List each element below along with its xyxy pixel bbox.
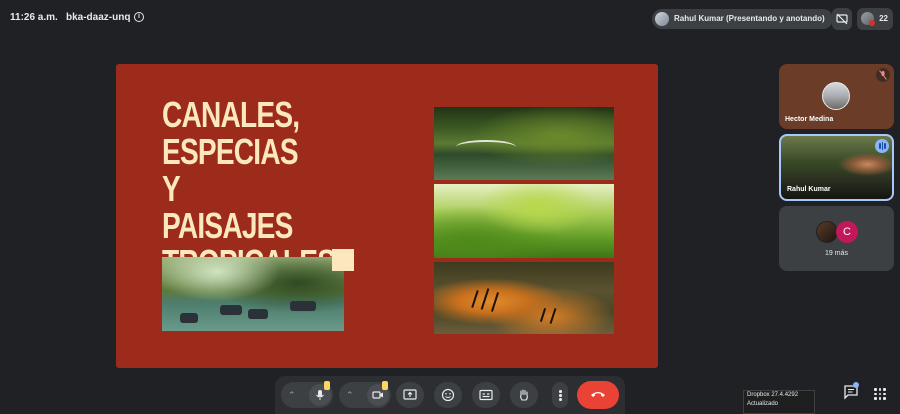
raise-hand-button[interactable] [510,382,538,408]
leave-call-button[interactable] [577,381,619,409]
mic-control-group: ⌃ [281,381,333,408]
tiger-stripe [480,288,490,310]
audio-bar [884,143,886,149]
activities-button[interactable] [874,388,886,400]
avatar [816,221,838,243]
apps-icon [874,397,877,400]
participant-tile-hector[interactable]: Hector Medina [779,64,894,129]
apps-icon [878,392,881,395]
meeting-code: bka-daaz-unq [66,12,131,23]
people-button[interactable]: 22 [857,8,893,30]
tea-leaves-photo [434,184,614,258]
houseboats-photo [162,257,344,331]
participant-count: 22 [879,14,888,23]
slide-title-line: PAISAJES [162,205,293,246]
chevron-up-icon[interactable]: ⌃ [288,390,296,401]
apps-icon [874,392,877,395]
tiger-stripe [471,290,479,308]
slide-title: CANALES, ESPECIAS Y PAISAJES TROPICALES [162,94,336,281]
bridge-shape [456,140,516,154]
warning-badge [382,381,388,390]
tiger-stripe [490,292,500,312]
toast-title: Dropbox 27.4.4292 [747,392,799,398]
hang-up-icon [591,392,605,397]
chevron-up-icon[interactable]: ⌃ [346,390,354,401]
camera-control-group: ⌃ [339,381,391,408]
info-icon[interactable]: i [134,12,144,22]
boat-shape [180,313,198,323]
presenter-chip-label: Rahul Kumar (Presentando y anotando) [674,14,825,23]
more-vert-icon [559,390,562,393]
emoji-icon [441,388,455,402]
audio-bar [881,142,883,150]
notification-dot [869,20,875,26]
clock-time: 11:26 a.m. [10,12,58,23]
update-toast: Dropbox 27.4.4292 Actualizado [743,390,815,414]
speaking-indicator [875,139,889,153]
apps-icon [874,388,877,391]
captions-icon [479,389,493,401]
presenter-avatar [655,12,669,26]
stop-presenting-button[interactable] [832,8,852,30]
decorative-square [332,249,354,271]
boat-shape [290,301,316,311]
camera-icon [372,391,383,399]
present-screen-icon [403,389,417,400]
more-vert-icon [559,394,562,397]
apps-icon [883,397,886,400]
more-options-button[interactable] [552,382,568,408]
audio-bar [879,143,881,149]
backwater-bridge-photo [434,107,614,180]
hand-icon [520,389,528,401]
avatar [822,82,850,110]
microphone-button[interactable] [309,381,331,406]
boat-shape [220,305,242,315]
participant-tile-rahul[interactable]: Rahul Kumar [779,134,894,201]
avatar-letter: C [836,221,858,243]
camera-button[interactable] [367,381,389,406]
microphone-icon [316,390,324,400]
presentation-slide: CANALES, ESPECIAS Y PAISAJES TROPICALES [116,64,658,368]
apps-icon [883,388,886,391]
muted-indicator [876,68,890,82]
call-controls-bar: ⌃ ⌃ [275,376,625,414]
emoji-reactions-button[interactable] [434,382,462,408]
mic-off-icon [879,70,887,80]
tiger-photo [434,262,614,334]
present-screen-button[interactable] [396,382,424,408]
toast-status: Actualizado [747,401,779,407]
participant-name: Hector Medina [785,116,834,123]
slide-title-line: CANALES, [162,94,300,135]
boat-shape [248,309,268,319]
more-vert-icon [559,398,562,401]
warning-badge [324,381,330,390]
top-bar: 11:26 a.m. bka-daaz-unq i Rahul Kumar (P… [0,0,900,36]
more-participants-label: 19 más [825,250,848,257]
tiger-stripe [539,308,547,322]
participant-name: Rahul Kumar [787,186,831,193]
presenter-chip[interactable]: Rahul Kumar (Presentando y anotando) [652,9,833,29]
chat-notification-dot [853,382,859,388]
apps-icon [883,392,886,395]
present-off-icon [836,13,848,25]
captions-button[interactable] [472,382,500,408]
apps-icon [878,397,881,400]
more-participants-tile[interactable]: C 19 más [779,206,894,271]
slide-title-line: ESPECIAS Y [162,131,299,209]
apps-icon [878,388,881,391]
tiger-stripe [549,308,557,324]
